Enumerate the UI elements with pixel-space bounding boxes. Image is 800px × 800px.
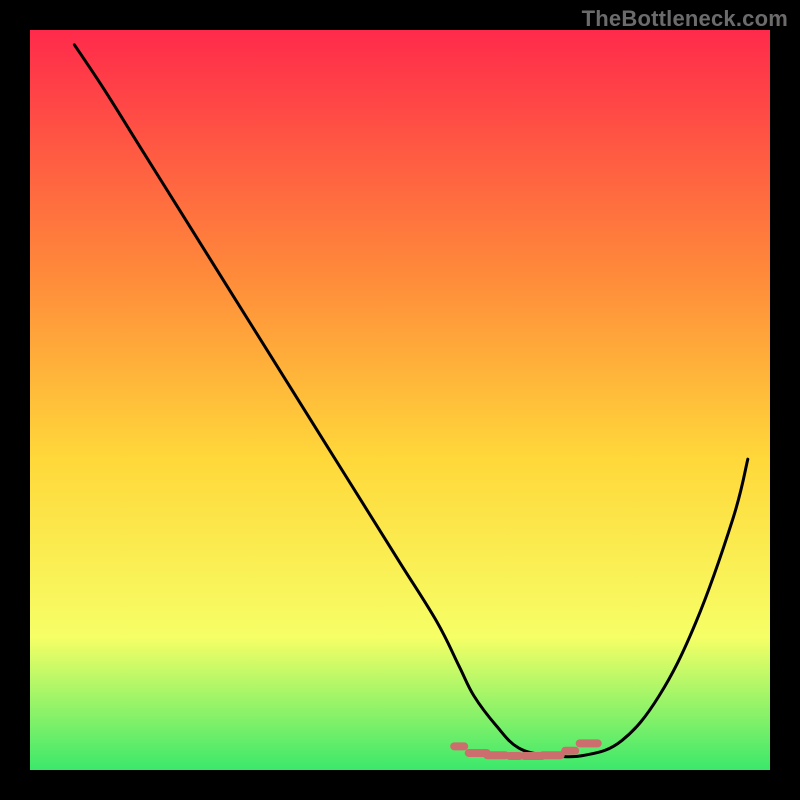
watermark-text: TheBottleneck.com bbox=[582, 6, 788, 32]
chart-container: TheBottleneck.com bbox=[0, 0, 800, 800]
bottleneck-chart bbox=[0, 0, 800, 800]
plot-area bbox=[30, 30, 770, 770]
